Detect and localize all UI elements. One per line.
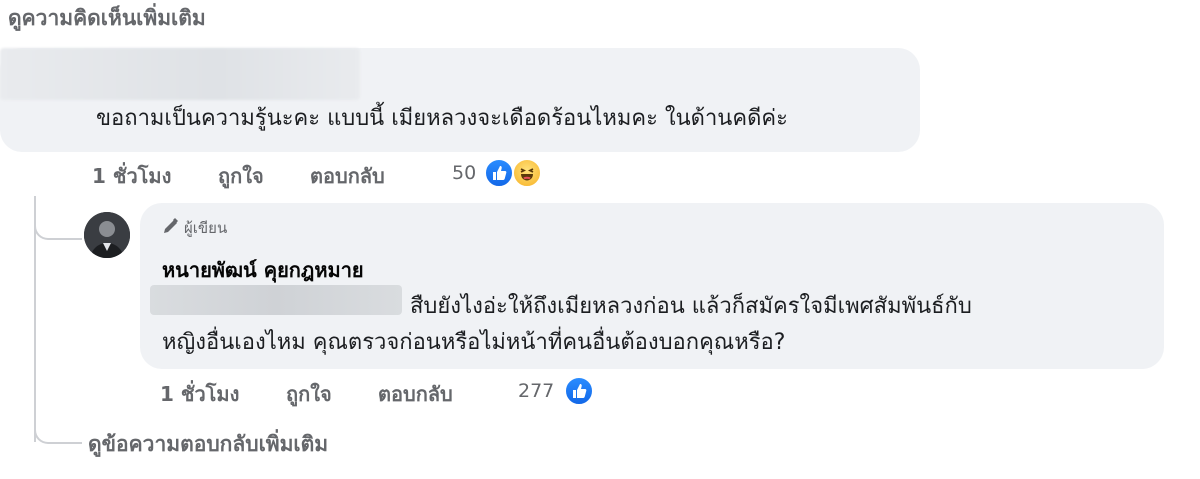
reply-timestamp[interactable]: 1 ชั่วโมง bbox=[160, 378, 239, 410]
reply-text-line1: สืบยังไงอ่ะให้ถึงเมียหลวงก่อน แล้วก็สมัค… bbox=[410, 294, 972, 319]
comment-timestamp[interactable]: 1 ชั่วโมง bbox=[92, 160, 171, 192]
reply-reaction-count[interactable]: 277 bbox=[518, 380, 554, 402]
view-more-comments-link[interactable]: ดูความคิดเห็นเพิ่มเติม bbox=[8, 2, 206, 35]
redacted-commenter-name bbox=[0, 48, 360, 100]
reply-reply-button[interactable]: ตอบกลับ bbox=[378, 378, 453, 410]
pencil-icon bbox=[162, 217, 180, 239]
like-icon[interactable] bbox=[484, 158, 514, 188]
thread-branch-reply bbox=[34, 208, 82, 240]
reply-author-name[interactable]: หนายพัฒน์ คุยกฎหมาย bbox=[162, 254, 364, 286]
avatar[interactable] bbox=[84, 212, 130, 258]
like-icon[interactable] bbox=[564, 376, 594, 406]
redacted-mention bbox=[150, 285, 402, 315]
view-more-replies-link[interactable]: ดูข้อความตอบกลับเพิ่มเติม bbox=[88, 428, 328, 461]
comment-like-button[interactable]: ถูกใจ bbox=[218, 160, 264, 192]
reply-actions: 1 ชั่วโมง ถูกใจ ตอบกลับ 277 bbox=[0, 374, 700, 408]
reply-text-line2: หญิงอื่นเองไหม คุณตรวจก่อนหรือไม่หน้าที่… bbox=[162, 330, 786, 355]
comment-reaction-count[interactable]: 50 bbox=[452, 162, 476, 184]
comment-actions: 1 ชั่วโมง ถูกใจ ตอบกลับ 50 bbox=[0, 158, 600, 192]
reply-like-button[interactable]: ถูกใจ bbox=[286, 378, 332, 410]
author-badge-label: ผู้เขียน bbox=[184, 219, 228, 237]
comment-text: ขอถามเป็นความรู้นะคะ แบบนี้ เมียหลวงจะเด… bbox=[96, 106, 788, 131]
haha-icon[interactable] bbox=[512, 158, 542, 188]
comment-reply-button[interactable]: ตอบกลับ bbox=[310, 160, 385, 192]
author-badge: ผู้เขียน bbox=[162, 216, 227, 240]
thread-branch-more bbox=[34, 412, 82, 444]
